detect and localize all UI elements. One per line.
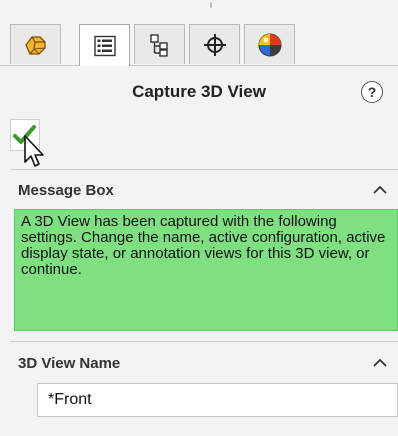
question-mark-icon: ? <box>367 84 377 100</box>
mouse-pointer-icon <box>24 135 44 167</box>
tab-feature-manager[interactable] <box>10 24 61 64</box>
top-strip <box>0 0 398 22</box>
chevron-up-icon[interactable] <box>372 185 388 195</box>
section-divider <box>10 169 398 170</box>
property-manager-header: Capture 3D View ? <box>0 67 398 119</box>
manager-tab-bar <box>0 22 398 66</box>
view-name-section-header[interactable]: 3D View Name <box>0 350 398 378</box>
view-name-label: 3D View Name <box>18 355 121 372</box>
chevron-up-icon[interactable] <box>372 358 388 368</box>
tab-display-manager[interactable] <box>244 24 295 64</box>
property-manager-icon <box>93 35 116 56</box>
help-button[interactable]: ? <box>361 81 383 103</box>
display-manager-icon <box>258 33 281 56</box>
message-box-text: A 3D View has been captured with the fol… <box>14 209 398 331</box>
tab-property-manager[interactable] <box>79 24 130 66</box>
message-box-label: Message Box <box>18 182 114 199</box>
message-box-section-header[interactable]: Message Box <box>0 177 398 205</box>
tab-dimxpert-manager[interactable] <box>189 24 240 64</box>
section-divider <box>10 341 398 342</box>
crosshair-icon <box>203 33 226 56</box>
tab-configuration-manager[interactable] <box>134 24 185 64</box>
page-title: Capture 3D View <box>132 82 266 101</box>
configuration-manager-icon <box>149 33 168 57</box>
view-name-input[interactable]: *Front <box>37 383 398 417</box>
feature-manager-icon <box>24 35 46 55</box>
splitter-handle[interactable] <box>210 2 212 8</box>
